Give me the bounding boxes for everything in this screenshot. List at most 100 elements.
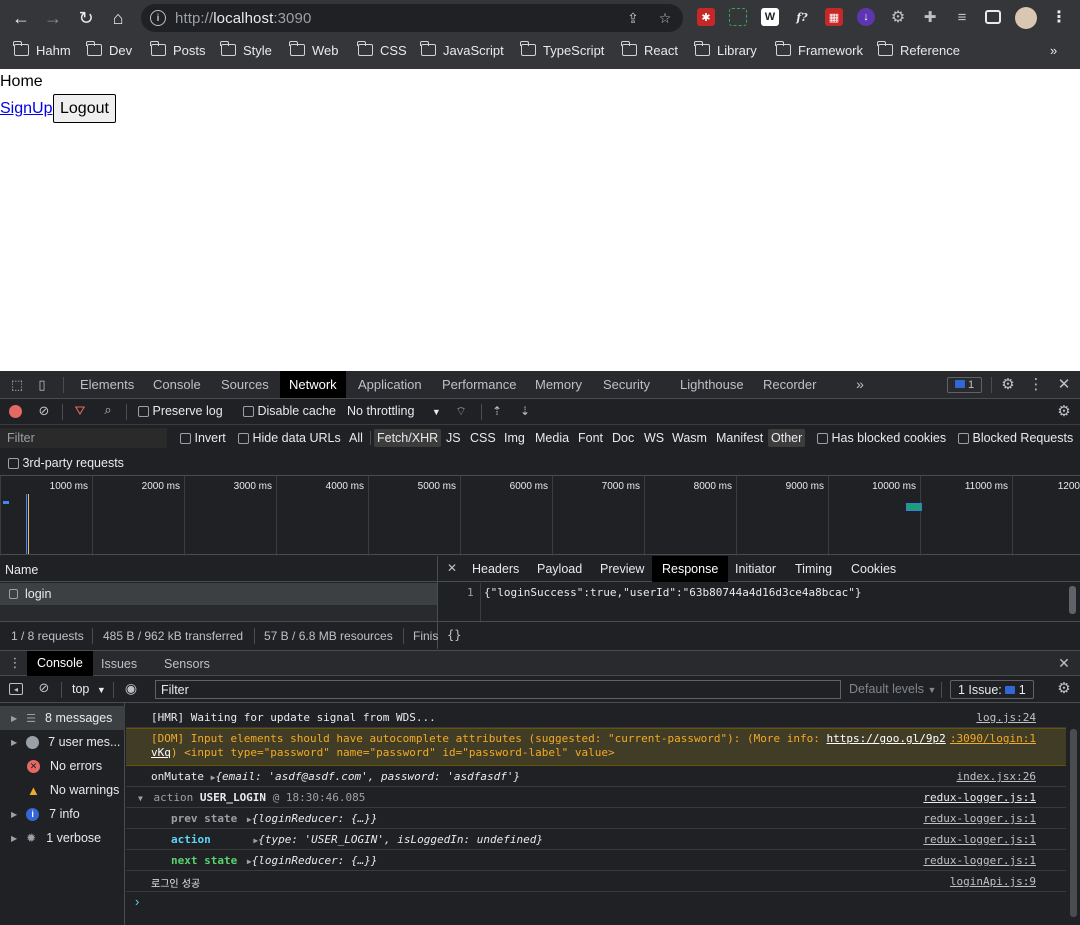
drawer-tab-sensors[interactable]: Sensors bbox=[164, 657, 210, 671]
type-filter-fetch-xhr[interactable]: Fetch/XHR bbox=[374, 429, 442, 447]
checkbox[interactable] bbox=[243, 406, 254, 418]
network-conditions-icon[interactable]: ⌔ bbox=[453, 404, 469, 418]
type-filter-css[interactable]: CSS bbox=[467, 429, 499, 447]
drawer-tab-issues[interactable]: Issues bbox=[101, 657, 137, 671]
type-filter-js[interactable]: JS bbox=[443, 429, 464, 447]
download-extension-icon[interactable]: ↓ bbox=[857, 8, 875, 26]
message-source-link[interactable]: index.jsx:26 bbox=[957, 770, 1036, 783]
column-header-name[interactable]: Name bbox=[5, 563, 38, 577]
hide-data-urls-checkbox[interactable]: Hide data URLs bbox=[238, 431, 341, 445]
message-source-link[interactable]: :3090/login:1 bbox=[950, 732, 1036, 745]
bookmark-folder[interactable]: CSS bbox=[357, 41, 407, 59]
bookmark-folder[interactable]: Hahm bbox=[13, 41, 71, 59]
checkbox[interactable] bbox=[180, 433, 191, 445]
tab-elements[interactable]: Elements bbox=[72, 371, 142, 398]
issues-badge[interactable]: 1 bbox=[947, 377, 982, 393]
disable-cache-checkbox[interactable]: Disable cache bbox=[243, 404, 336, 418]
devtools-settings-icon[interactable]: ⚙ bbox=[1000, 371, 1016, 398]
detail-tab-payload[interactable]: Payload bbox=[537, 562, 582, 576]
network-timeline-overview[interactable]: 1000 ms 2000 ms 3000 ms 4000 ms 5000 ms … bbox=[0, 475, 1080, 556]
detail-tab-initiator[interactable]: Initiator bbox=[735, 562, 776, 576]
sidebar-item-user-messages[interactable]: ▶ 7 user mes... bbox=[0, 730, 125, 754]
has-blocked-cookies-checkbox[interactable]: Has blocked cookies bbox=[817, 431, 946, 445]
type-filter-wasm[interactable]: Wasm bbox=[669, 429, 710, 447]
more-bookmarks-icon[interactable]: » bbox=[1050, 41, 1057, 59]
clear-icon[interactable]: ⊘ bbox=[37, 403, 51, 418]
console-settings-icon[interactable]: ⚙ bbox=[1056, 680, 1072, 697]
type-filter-manifest[interactable]: Manifest bbox=[713, 429, 766, 447]
search-icon[interactable]: ⌕ bbox=[101, 402, 115, 417]
more-tabs-icon[interactable]: » bbox=[852, 371, 868, 398]
extension-f-icon[interactable]: f? bbox=[793, 8, 811, 26]
drawer-menu-icon[interactable]: ⋮ bbox=[9, 655, 22, 670]
network-filter-input[interactable]: Filter bbox=[0, 428, 167, 448]
type-filter-ws[interactable]: WS bbox=[641, 429, 667, 447]
bookmark-folder[interactable]: React bbox=[621, 41, 678, 59]
profile-avatar[interactable] bbox=[1015, 7, 1037, 29]
checkbox[interactable] bbox=[817, 433, 828, 445]
side-panel-icon[interactable] bbox=[985, 10, 1001, 24]
bookmark-folder[interactable]: Dev bbox=[86, 41, 132, 59]
record-icon[interactable] bbox=[9, 405, 22, 418]
tab-sources[interactable]: Sources bbox=[213, 371, 277, 398]
reload-icon[interactable]: ↻ bbox=[74, 6, 98, 30]
checkbox[interactable] bbox=[238, 433, 249, 445]
message-source-link[interactable]: redux-logger.js:1 bbox=[923, 854, 1036, 867]
address-bar[interactable]: i http://localhost:3090 ⇪ ☆ bbox=[141, 4, 683, 32]
back-icon[interactable]: ← bbox=[9, 6, 33, 30]
sidebar-item-warnings[interactable]: ▲ No warnings bbox=[0, 778, 125, 802]
pretty-print-button[interactable]: {} bbox=[447, 628, 461, 642]
bookmark-folder[interactable]: Style bbox=[220, 41, 272, 59]
object-preview[interactable]: {type: 'USER_LOGIN', isLoggedIn: undefin… bbox=[258, 833, 543, 846]
request-row-login[interactable]: login bbox=[0, 583, 437, 605]
bookmark-folder[interactable]: Web bbox=[289, 41, 339, 59]
sidebar-item-info[interactable]: ▶ i 7 info bbox=[0, 802, 125, 826]
message-source-link[interactable]: redux-logger.js:1 bbox=[923, 791, 1036, 804]
settings-extension-icon[interactable]: ⚙ bbox=[889, 8, 907, 26]
menu-kebab-icon[interactable]: ⋮ bbox=[1050, 8, 1068, 26]
detail-tab-response[interactable]: Response bbox=[652, 556, 729, 582]
bookmark-folder[interactable]: TypeScript bbox=[520, 41, 604, 59]
more-info-link[interactable]: https://goo.gl/9p2 bbox=[827, 732, 946, 745]
filter-icon[interactable]: ⛛ bbox=[73, 403, 87, 418]
import-har-icon[interactable]: ⇡ bbox=[490, 404, 504, 418]
third-party-checkbox[interactable]: 3rd-party requests bbox=[8, 456, 124, 470]
type-filter-font[interactable]: Font bbox=[575, 429, 606, 447]
bookmark-folder[interactable]: JavaScript bbox=[420, 41, 504, 59]
object-preview[interactable]: {email: 'asdf@asdf.com', password: 'asdf… bbox=[215, 770, 520, 783]
bookmark-folder[interactable]: Posts bbox=[150, 41, 206, 59]
extension-w-icon[interactable]: W bbox=[761, 8, 779, 26]
export-har-icon[interactable]: ⇣ bbox=[518, 404, 532, 418]
network-settings-icon[interactable]: ⚙ bbox=[1056, 403, 1072, 420]
share-icon[interactable]: ⇪ bbox=[625, 10, 641, 26]
site-info-icon[interactable]: i bbox=[150, 10, 166, 26]
tab-performance[interactable]: Performance bbox=[434, 371, 524, 398]
type-filter-other[interactable]: Other bbox=[768, 429, 806, 447]
bookmark-folder[interactable]: Reference bbox=[877, 41, 960, 59]
extension-3-icon[interactable]: ▦ bbox=[825, 8, 843, 26]
url-text[interactable]: http://localhost:3090 bbox=[175, 10, 311, 27]
close-drawer-icon[interactable]: ✕ bbox=[1056, 655, 1072, 671]
sidebar-toggle-icon[interactable]: ◂ bbox=[9, 683, 23, 695]
console-group-header[interactable]: ▼ action USER_LOGIN @ 18:30:46.085 redux… bbox=[126, 787, 1066, 808]
sidebar-item-verbose[interactable]: ▶ ✹ 1 verbose bbox=[0, 826, 125, 850]
tab-application[interactable]: Application bbox=[350, 371, 430, 398]
type-filter-img[interactable]: Img bbox=[501, 429, 528, 447]
tab-security[interactable]: Security bbox=[595, 371, 658, 398]
console-filter-input[interactable]: Filter bbox=[155, 680, 841, 699]
extension-2-icon[interactable] bbox=[729, 8, 747, 26]
detail-tab-headers[interactable]: Headers bbox=[472, 562, 519, 576]
log-levels-select[interactable]: Default levels ▼ bbox=[849, 682, 936, 696]
checkbox[interactable] bbox=[958, 433, 969, 445]
checkbox[interactable] bbox=[8, 458, 19, 470]
inspect-element-icon[interactable]: ⬚ bbox=[9, 371, 25, 398]
forward-icon[interactable]: → bbox=[41, 6, 65, 30]
signup-link[interactable]: SignUp bbox=[0, 100, 52, 118]
extensions-puzzle-icon[interactable]: ✚ bbox=[921, 8, 939, 26]
invert-checkbox[interactable]: Invert bbox=[180, 431, 226, 445]
message-source-link[interactable]: redux-logger.js:1 bbox=[923, 812, 1036, 825]
response-body[interactable]: 1 {"loginSuccess":true,"userId":"63b8074… bbox=[438, 583, 1080, 621]
bookmark-folder[interactable]: Library bbox=[694, 41, 757, 59]
more-info-link[interactable]: vKq bbox=[151, 746, 171, 759]
message-source-link[interactable]: loginApi.js:9 bbox=[950, 875, 1036, 888]
